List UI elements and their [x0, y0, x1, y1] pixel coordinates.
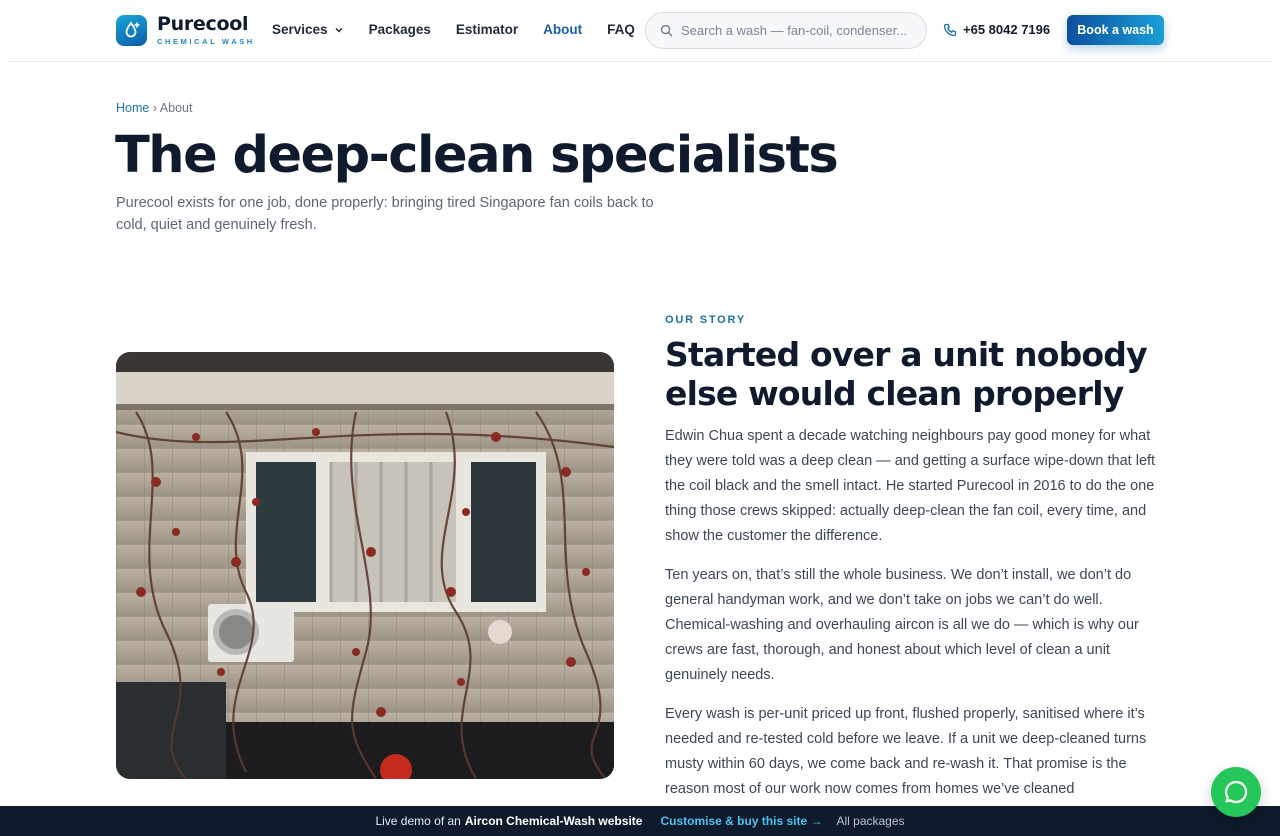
- nav-item-estimator[interactable]: Estimator: [456, 22, 518, 37]
- demo-bar: Live demo of an Aircon Chemical-Wash web…: [0, 806, 1280, 836]
- search-box: [645, 12, 927, 49]
- main-nav: Services Packages Estimator About FAQ: [272, 22, 660, 37]
- search-input[interactable]: [681, 23, 921, 38]
- phone-link[interactable]: +65 8042 7196: [943, 22, 1050, 37]
- demo-site-type: Aircon Chemical-Wash website: [464, 814, 643, 828]
- chevron-down-icon: [335, 27, 343, 33]
- search-icon: [660, 24, 673, 37]
- story-paragraph: Edwin Chua spent a decade watching neigh…: [665, 428, 1156, 544]
- chat-button[interactable]: [1211, 767, 1261, 817]
- chat-bubble-icon: [1225, 780, 1248, 804]
- breadcrumb-current: About: [159, 101, 193, 115]
- breadcrumb: Home › About: [116, 101, 192, 115]
- page-title: The deep-clean specialists: [115, 126, 839, 185]
- all-packages-link[interactable]: All packages: [836, 814, 904, 828]
- header-divider: [8, 61, 1272, 62]
- brand-logo[interactable]: Purecool CHEMICAL WASH: [116, 14, 255, 46]
- story-paragraph: Ten years on, that’s still the whole bus…: [665, 567, 1139, 683]
- buy-site-link[interactable]: Customise & buy this site →: [660, 814, 822, 828]
- brand-name: Purecool: [157, 13, 249, 35]
- nav-item-faq[interactable]: FAQ: [607, 22, 635, 37]
- nav-item-services[interactable]: Services: [272, 22, 344, 37]
- phone-number: +65 8042 7196: [963, 22, 1051, 37]
- story-body: Edwin Chua spent a decade watching neigh…: [665, 424, 1170, 816]
- hero-lede: Purecool exists for one job, done proper…: [116, 195, 654, 233]
- breadcrumb-home-link[interactable]: Home: [116, 101, 149, 115]
- nav-item-about[interactable]: About: [543, 22, 582, 37]
- nav-label-packages: Packages: [368, 22, 431, 37]
- story-paragraph: Every wash is per-unit priced up front, …: [665, 706, 1147, 797]
- building-photo: [116, 352, 614, 779]
- nav-label-faq: FAQ: [607, 22, 635, 37]
- brand-tagline: CHEMICAL WASH: [157, 37, 255, 46]
- demo-prefix: Live demo of an: [375, 814, 461, 828]
- phone-icon: [943, 23, 957, 36]
- nav-label-about: About: [543, 22, 583, 37]
- book-wash-button[interactable]: Book a wash: [1067, 15, 1164, 45]
- nav-label-estimator: Estimator: [455, 22, 519, 37]
- water-drop-icon: [116, 14, 147, 46]
- nav-item-packages[interactable]: Packages: [369, 22, 431, 37]
- nav-label-services: Services: [272, 22, 328, 37]
- story-title: Started over a unit nobody else would cl…: [665, 335, 1148, 413]
- breadcrumb-separator: ›: [152, 101, 157, 115]
- story-eyebrow: OUR STORY: [665, 314, 746, 326]
- site-header: Purecool CHEMICAL WASH Services Packages…: [0, 0, 1280, 62]
